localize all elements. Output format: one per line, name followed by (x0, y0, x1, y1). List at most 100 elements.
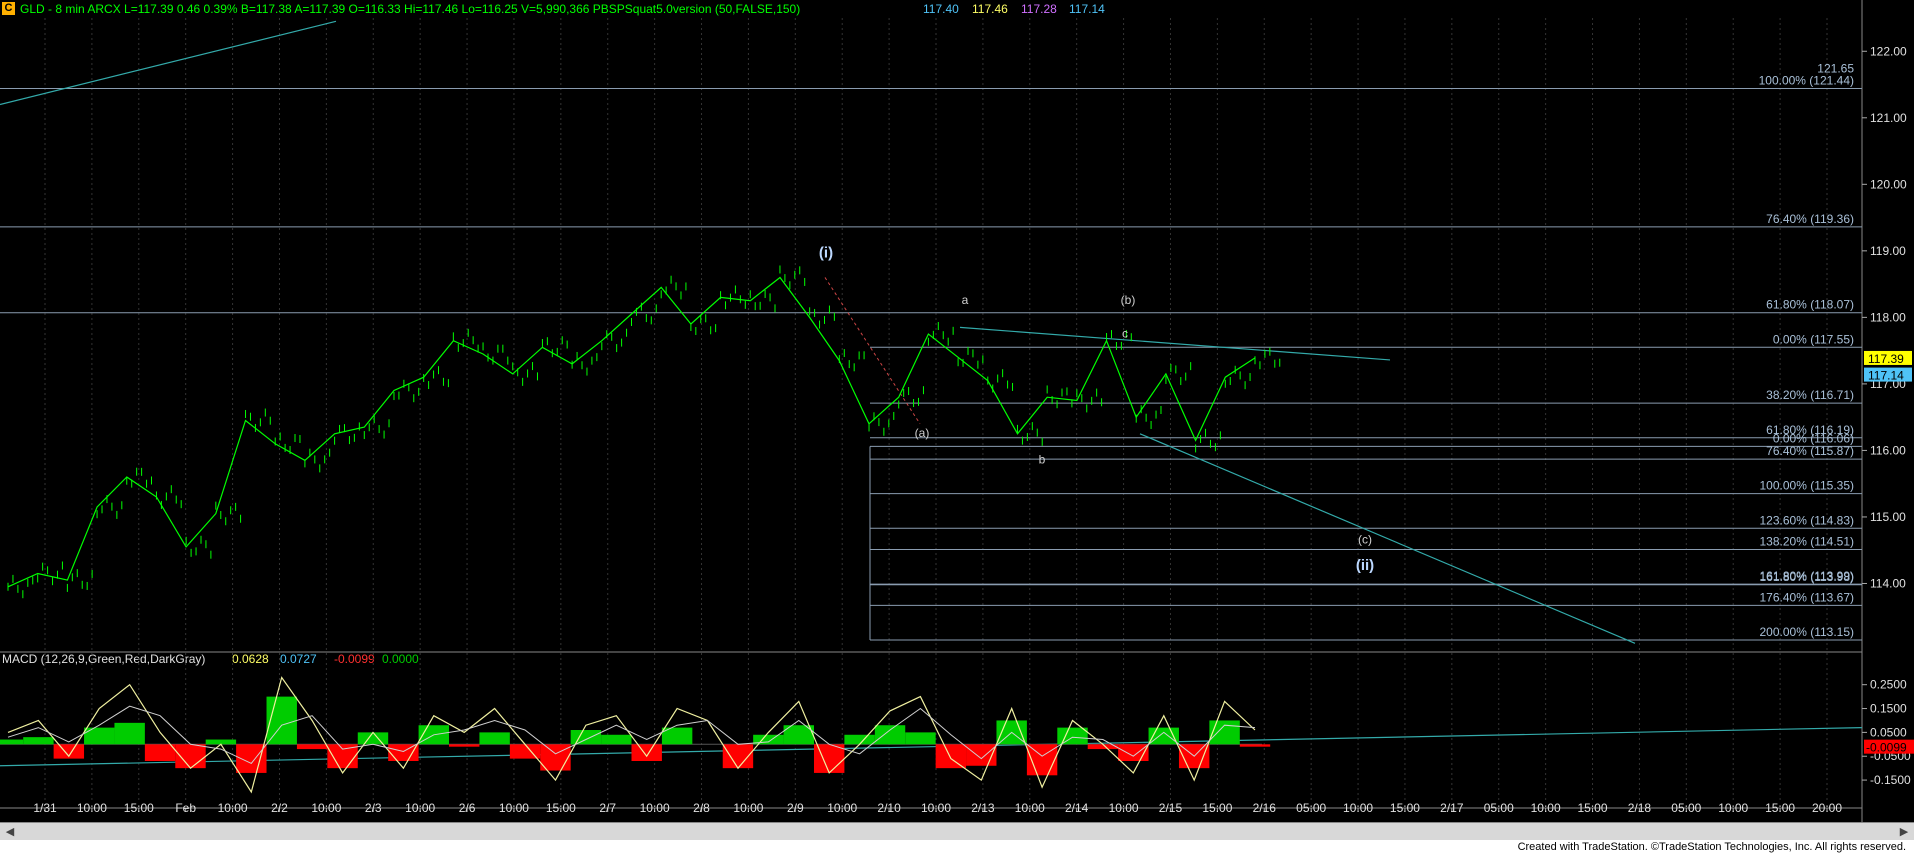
macd-histogram-bar (1209, 720, 1240, 745)
macd-histogram-bar (905, 732, 936, 745)
x-tick-label: 10:00 (311, 801, 341, 815)
x-tick-label: 2/17 (1440, 801, 1464, 815)
copyright-text: Created with TradeStation. ©TradeStation… (1517, 841, 1906, 853)
macd-histogram-bar (874, 725, 906, 745)
x-tick-label: 10:00 (921, 801, 951, 815)
fib-level-label: 76.40% (115.87) (1766, 444, 1854, 458)
wave-label: (b) (1121, 293, 1136, 307)
x-tick-label: 15:00 (1390, 801, 1420, 815)
macd-histogram-bar (0, 739, 24, 745)
fib-level-label: 100.00% (121.44) (1759, 74, 1854, 88)
top-line-label: 121.65 (1817, 62, 1854, 76)
x-tick-label: 10:00 (1718, 801, 1748, 815)
y-tick-label: 119.00 (1870, 244, 1906, 258)
macd-y-tick-label: 0.0500 (1870, 725, 1907, 739)
fib-level-label: 100.00% (115.35) (1759, 479, 1854, 493)
macd-y-tick-label: -0.1500 (1870, 773, 1911, 787)
x-tick-label: 15:00 (1202, 801, 1232, 815)
macd-histogram-bar (84, 727, 115, 745)
wave-label: b (1039, 453, 1046, 467)
x-tick-label: 1/31 (33, 801, 57, 815)
wave-label: (i) (819, 244, 833, 261)
y-tick-label: 116.00 (1870, 443, 1906, 457)
chart-window: C GLD - 8 min ARCX L=117.39 0.46 0.39% B… (0, 0, 1914, 856)
macd-histogram-bar (844, 734, 875, 745)
wave-label: a (962, 293, 969, 307)
x-tick-label: 2/18 (1628, 801, 1652, 815)
x-tick-label: 15:00 (1578, 801, 1608, 815)
fib-level-label: 76.40% (119.36) (1766, 212, 1854, 226)
x-tick-label: 10:00 (405, 801, 435, 815)
scroll-left-icon[interactable]: ◀ (2, 823, 18, 841)
macd-y-tick-label: 0.1500 (1870, 702, 1907, 716)
horizontal-scrollbar[interactable]: ◀ ▶ (0, 822, 1914, 841)
x-tick-label: 10:00 (1343, 801, 1373, 815)
macd-histogram-bar (1239, 744, 1271, 747)
x-tick-label: 20:00 (1812, 801, 1842, 815)
macd-histogram-bar (388, 744, 419, 761)
y-tick-label: 122.00 (1870, 44, 1907, 58)
wave-label: c (1122, 326, 1128, 340)
x-tick-label: 10:00 (733, 801, 763, 815)
trendline (1139, 433, 1636, 644)
x-tick-label: 15:00 (1765, 801, 1795, 815)
x-tick-label: 05:00 (1296, 801, 1326, 815)
last-price-label: 117.14 (1868, 369, 1904, 383)
footer: Created with TradeStation. ©TradeStation… (0, 840, 1914, 856)
x-tick-label: 05:00 (1671, 801, 1701, 815)
macd-histogram-bar (449, 744, 480, 747)
fib-level-label: 38.20% (116.71) (1766, 388, 1854, 402)
macd-histogram-bar (540, 744, 571, 771)
x-tick-label: 2/15 (1159, 801, 1183, 815)
macd-histogram-bar (601, 734, 632, 745)
x-tick-label: 10:00 (827, 801, 857, 815)
macd-histogram-bar (144, 744, 176, 761)
y-tick-label: 114.00 (1870, 576, 1906, 590)
x-tick-label: 2/8 (693, 801, 710, 815)
macd-histogram-bar (114, 722, 145, 745)
scroll-right-icon[interactable]: ▶ (1896, 823, 1912, 841)
macd-histogram-bar (479, 732, 510, 745)
x-tick-label: 15:00 (124, 801, 154, 815)
fib-level-label: 61.80% (118.07) (1766, 298, 1854, 312)
x-tick-label: 2/16 (1253, 801, 1277, 815)
macd-histogram-bar (23, 737, 54, 745)
y-tick-label: 118.00 (1870, 310, 1906, 324)
last-price-label: 117.39 (1868, 352, 1904, 366)
macd-histogram-bar (296, 744, 328, 750)
macd-histogram-bar (935, 744, 967, 769)
macd-histogram-bar (357, 732, 389, 745)
x-tick-label: 15:00 (546, 801, 576, 815)
trendline (959, 326, 1391, 361)
fib-level-label: 138.20% (114.51) (1759, 535, 1854, 549)
x-tick-label: 10:00 (1109, 801, 1139, 815)
macd-histogram-bar (570, 730, 602, 745)
fib-level-label: 123.60% (114.83) (1759, 513, 1854, 527)
x-tick-label: 10:00 (640, 801, 670, 815)
fib-level-label: 200.00% (113.15) (1759, 625, 1854, 639)
wave-label: (ii) (1356, 557, 1374, 574)
y-tick-label: 115.00 (1870, 510, 1906, 524)
x-tick-label: 2/7 (599, 801, 616, 815)
y-tick-label: 120.00 (1870, 177, 1907, 191)
x-tick-label: 10:00 (218, 801, 248, 815)
macd-histogram-bar (631, 744, 662, 761)
x-tick-label: Feb (175, 801, 196, 815)
wave-label: (c) (1358, 533, 1372, 547)
x-tick-label: 10:00 (499, 801, 529, 815)
price-chart[interactable]: 122.00121.00120.00119.00118.00117.00116.… (0, 0, 1914, 822)
x-tick-label: 2/3 (365, 801, 382, 815)
x-tick-label: 2/2 (271, 801, 288, 815)
x-tick-label: 10:00 (77, 801, 107, 815)
x-tick-label: 2/9 (787, 801, 804, 815)
trendline (0, 20, 337, 106)
x-tick-label: 2/10 (877, 801, 901, 815)
x-tick-label: 2/13 (971, 801, 995, 815)
x-tick-label: 05:00 (1484, 801, 1514, 815)
fib-level-label: 0.00% (117.55) (1773, 332, 1854, 346)
x-tick-label: 10:00 (1015, 801, 1045, 815)
x-tick-label: 2/6 (459, 801, 476, 815)
x-tick-label: 2/14 (1065, 801, 1089, 815)
macd-y-tick-label: 0.2500 (1870, 678, 1907, 692)
macd-histogram-bar (266, 696, 297, 745)
